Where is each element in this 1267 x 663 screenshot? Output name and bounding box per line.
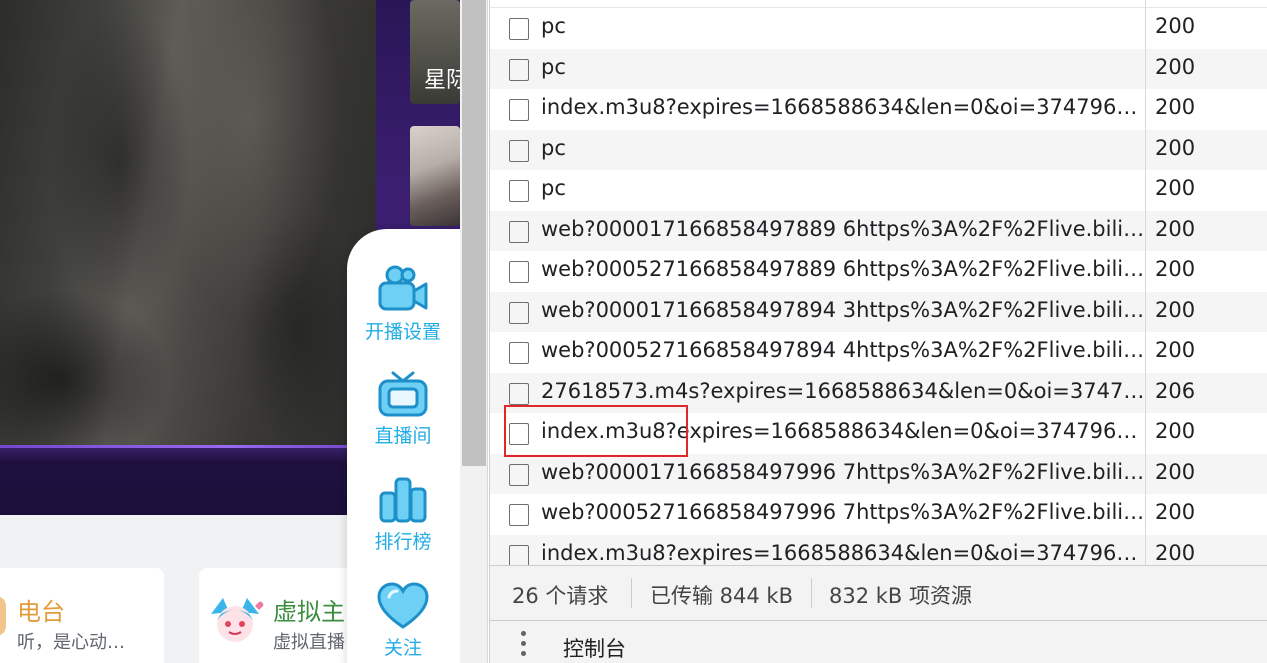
table-row[interactable]: pc 200 [490, 170, 1267, 211]
request-status: 200 [1155, 500, 1196, 524]
request-file-icon [509, 18, 529, 40]
screen: 星际 电台 听，是心动… 虚拟主 虚拟直播 开播设置 直播间 排行榜 关注 pc… [0, 0, 1267, 663]
table-row[interactable]: 27618573.m4s?expires=1668588634&len=0&oi… [490, 372, 1267, 413]
heart-icon [377, 582, 429, 629]
request-status: 200 [1155, 176, 1196, 200]
request-name: index.m3u8?expires=1668588634&len=0&oi=3… [541, 419, 1145, 443]
request-name: web?000527166858497894 4https%3A%2F%2Fli… [541, 338, 1145, 362]
card-title: 虚拟主 [273, 598, 345, 626]
floating-action-bar: 开播设置 直播间 排行榜 关注 [347, 229, 460, 663]
table-row[interactable]: pc 200 [490, 48, 1267, 89]
table-row[interactable]: web?000017166858497894 3https%3A%2F%2Fli… [490, 291, 1267, 332]
table-row[interactable]: web?000017166858497996 7https%3A%2F%2Fli… [490, 453, 1267, 494]
request-status: 200 [1155, 216, 1196, 241]
request-status: 200 [1155, 297, 1196, 322]
request-name: pc [541, 54, 566, 79]
network-summary-bar: 26 个请求 已传输 844 kB 832 kB 项资源 [490, 565, 1267, 621]
recommend-thumbnail[interactable] [410, 126, 460, 226]
request-file-icon [509, 99, 529, 121]
table-row[interactable]: index.m3u8?expires=1668588634&len=0&oi=3… [490, 413, 1267, 454]
card-title: 电台 [17, 598, 65, 626]
request-status: 206 [1155, 378, 1196, 403]
request-status: 200 [1155, 135, 1196, 160]
devtools-network-panel: pc 200 pc 200 index.m3u8?expires=1668588634&… [489, 0, 1267, 663]
request-file-icon [509, 180, 529, 202]
request-status: 200 [1155, 419, 1196, 443]
camera-icon [378, 265, 428, 311]
request-file-icon [509, 139, 529, 162]
table-row[interactable]: index.m3u8?expires=1668588634&len=0&oi=3… [490, 89, 1267, 130]
request-name: index.m3u8?expires=1668588634&len=0&oi=3… [541, 540, 1145, 565]
page-scrollbar[interactable] [460, 0, 488, 663]
table-row[interactable]: web?000017166858497889 6https%3A%2F%2Fli… [490, 210, 1267, 251]
card-subtitle: 听，是心动… [17, 632, 125, 653]
request-name: web?000017166858497996 7https%3A%2F%2Fli… [541, 459, 1145, 484]
resources-size: 832 kB 项资源 [829, 584, 973, 608]
follow-button[interactable]: 关注 [347, 581, 459, 660]
request-status: 200 [1155, 95, 1196, 119]
request-name: web?000017166858497894 3https%3A%2F%2Fli… [541, 297, 1145, 322]
request-file-icon [509, 544, 529, 565]
live-settings-label: 开播设置 [364, 321, 441, 343]
vtuber-mascot-icon [211, 598, 264, 642]
follow-label: 关注 [383, 637, 422, 659]
radio-icon [0, 596, 6, 636]
request-file-icon [509, 220, 529, 243]
table-row[interactable]: pc 200 [490, 8, 1267, 49]
request-name: web?000527166858497996 7https%3A%2F%2Fli… [541, 500, 1145, 524]
live-page: 星际 电台 听，是心动… 虚拟主 虚拟直播 开播设置 直播间 排行榜 关注 [0, 0, 460, 663]
request-status: 200 [1155, 54, 1196, 79]
ranking-button[interactable]: 排行榜 [347, 475, 459, 554]
ranking-icon [379, 477, 427, 523]
request-name: web?000017166858497889 6https%3A%2F%2Fli… [541, 216, 1145, 241]
request-file-icon [509, 301, 529, 324]
request-name: pc [541, 135, 566, 160]
table-row[interactable]: index.m3u8?expires=1668588634&len=0&oi=3… [490, 534, 1267, 565]
tab-console[interactable]: 控制台 [563, 633, 626, 663]
table-row-partial [490, 0, 1267, 8]
request-count: 26 个请求 [512, 584, 609, 608]
tv-icon [378, 371, 428, 417]
thumbnail-label: 星际 [424, 68, 460, 93]
request-file-icon [509, 382, 529, 405]
live-room-button[interactable]: 直播间 [347, 369, 459, 448]
category-card-vtuber[interactable]: 虚拟主 虚拟直播 [199, 568, 359, 663]
request-status: 200 [1155, 540, 1196, 565]
request-status: 200 [1155, 338, 1196, 362]
video-player[interactable] [0, 0, 376, 445]
request-name: index.m3u8?expires=1668588634&len=0&oi=3… [541, 95, 1145, 119]
summary-divider [811, 578, 812, 608]
ranking-label: 排行榜 [374, 531, 432, 553]
card-subtitle: 虚拟直播 [273, 632, 345, 653]
request-name: pc [541, 14, 566, 38]
request-file-icon [509, 58, 529, 81]
table-row[interactable]: pc 200 [490, 129, 1267, 170]
request-table: pc 200 pc 200 index.m3u8?expires=1668588634&… [490, 0, 1267, 565]
request-file-icon [509, 342, 529, 364]
summary-divider [631, 578, 632, 608]
request-name: web?000527166858497889 6https%3A%2F%2Fli… [541, 257, 1145, 281]
table-row[interactable]: web?000527166858497889 6https%3A%2F%2Fli… [490, 251, 1267, 292]
request-status: 200 [1155, 14, 1196, 38]
request-name: pc [541, 176, 566, 200]
drawer-tabbar: 控制台 [490, 621, 1267, 663]
transferred-size: 已传输 844 kB [650, 584, 794, 608]
request-status: 200 [1155, 459, 1196, 484]
live-settings-button[interactable]: 开播设置 [347, 265, 459, 344]
category-card-radio[interactable]: 电台 听，是心动… [0, 568, 164, 663]
request-file-icon [509, 423, 529, 445]
recommend-thumbnail[interactable]: 星际 [410, 0, 460, 104]
column-divider[interactable] [1145, 0, 1146, 565]
request-name: 27618573.m4s?expires=1668588634&len=0&oi… [541, 378, 1145, 403]
request-file-icon [509, 504, 529, 526]
request-status: 200 [1155, 257, 1196, 281]
request-file-icon [509, 463, 529, 486]
live-room-label: 直播间 [374, 425, 432, 447]
more-menu-icon[interactable] [514, 631, 532, 661]
table-row[interactable]: web?000527166858497894 4https%3A%2F%2Fli… [490, 332, 1267, 373]
table-row[interactable]: web?000527166858497996 7https%3A%2F%2Fli… [490, 494, 1267, 535]
request-file-icon [509, 261, 529, 283]
page-scrollbar-thumb[interactable] [462, 0, 486, 466]
